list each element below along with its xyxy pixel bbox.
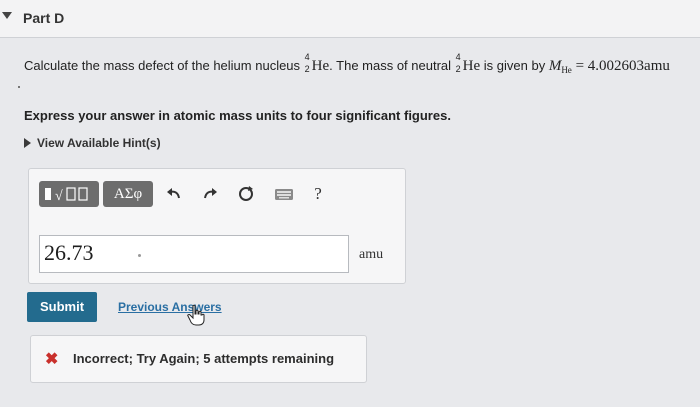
answer-input[interactable]: 26.73	[39, 235, 349, 273]
expand-arrow-icon	[24, 138, 31, 148]
cursor-dot	[138, 254, 141, 257]
x-mark-icon: ✖	[45, 351, 59, 368]
help-button[interactable]: ?	[307, 183, 329, 205]
templates-icon: √	[45, 187, 88, 204]
answer-panel: √ ΑΣφ ? 26.73 amu	[28, 168, 406, 284]
question-text-before: Calculate the mass defect of the helium …	[24, 58, 304, 73]
hint-label[interactable]: View Available Hint(s)	[37, 136, 161, 150]
math-toolbar: √ ΑΣφ ?	[37, 179, 397, 209]
submit-button[interactable]: Submit	[27, 292, 97, 322]
question-text-middle: . The mass of neutral	[329, 58, 455, 73]
keyboard-icon[interactable]	[273, 183, 295, 205]
isotope-mass-number: 4	[304, 52, 310, 62]
isotope-mass-number-2: 4	[455, 52, 461, 62]
bullet-dot	[18, 86, 20, 88]
question-text: Calculate the mass defect of the helium …	[24, 52, 670, 75]
question-text-given: is given by	[480, 58, 549, 73]
feedback-message: Incorrect; Try Again; 5 attempts remaini…	[73, 351, 335, 366]
part-header[interactable]: Part D	[0, 0, 700, 38]
mass-symbol: M	[548, 58, 562, 74]
answer-unit: amu	[359, 247, 384, 262]
hint-toggle[interactable]: View Available Hint(s)	[24, 136, 161, 150]
element-symbol-2: He	[462, 58, 481, 74]
undo-arrow-icon[interactable]	[163, 183, 185, 205]
greek-symbols-button[interactable]: ΑΣφ	[103, 181, 153, 207]
collapse-arrow-icon[interactable]	[2, 12, 12, 19]
equals-sign: =	[571, 58, 588, 74]
isotope-notation: 42	[304, 52, 312, 74]
isotope-atomic-number: 2	[304, 64, 310, 74]
element-symbol: He	[311, 58, 330, 74]
answer-value[interactable]: 26.73	[44, 240, 94, 266]
answer-instruction: Express your answer in atomic mass units…	[24, 108, 451, 123]
hand-cursor-icon	[187, 304, 205, 326]
previous-answers-link[interactable]: Previous Answers	[118, 300, 222, 314]
isotope-atomic-number-2: 2	[455, 64, 461, 74]
svg-text:√: √	[55, 189, 63, 204]
given-mass-value: 4.002603amu	[587, 58, 670, 74]
part-title: Part D	[23, 10, 65, 26]
templates-button[interactable]: √	[39, 181, 99, 207]
mass-subscript: He	[561, 65, 572, 75]
reset-icon[interactable]	[235, 183, 257, 205]
redo-arrow-icon[interactable]	[199, 183, 221, 205]
isotope-notation-2: 42	[455, 52, 463, 74]
feedback-box: ✖ Incorrect; Try Again; 5 attempts remai…	[30, 335, 367, 383]
